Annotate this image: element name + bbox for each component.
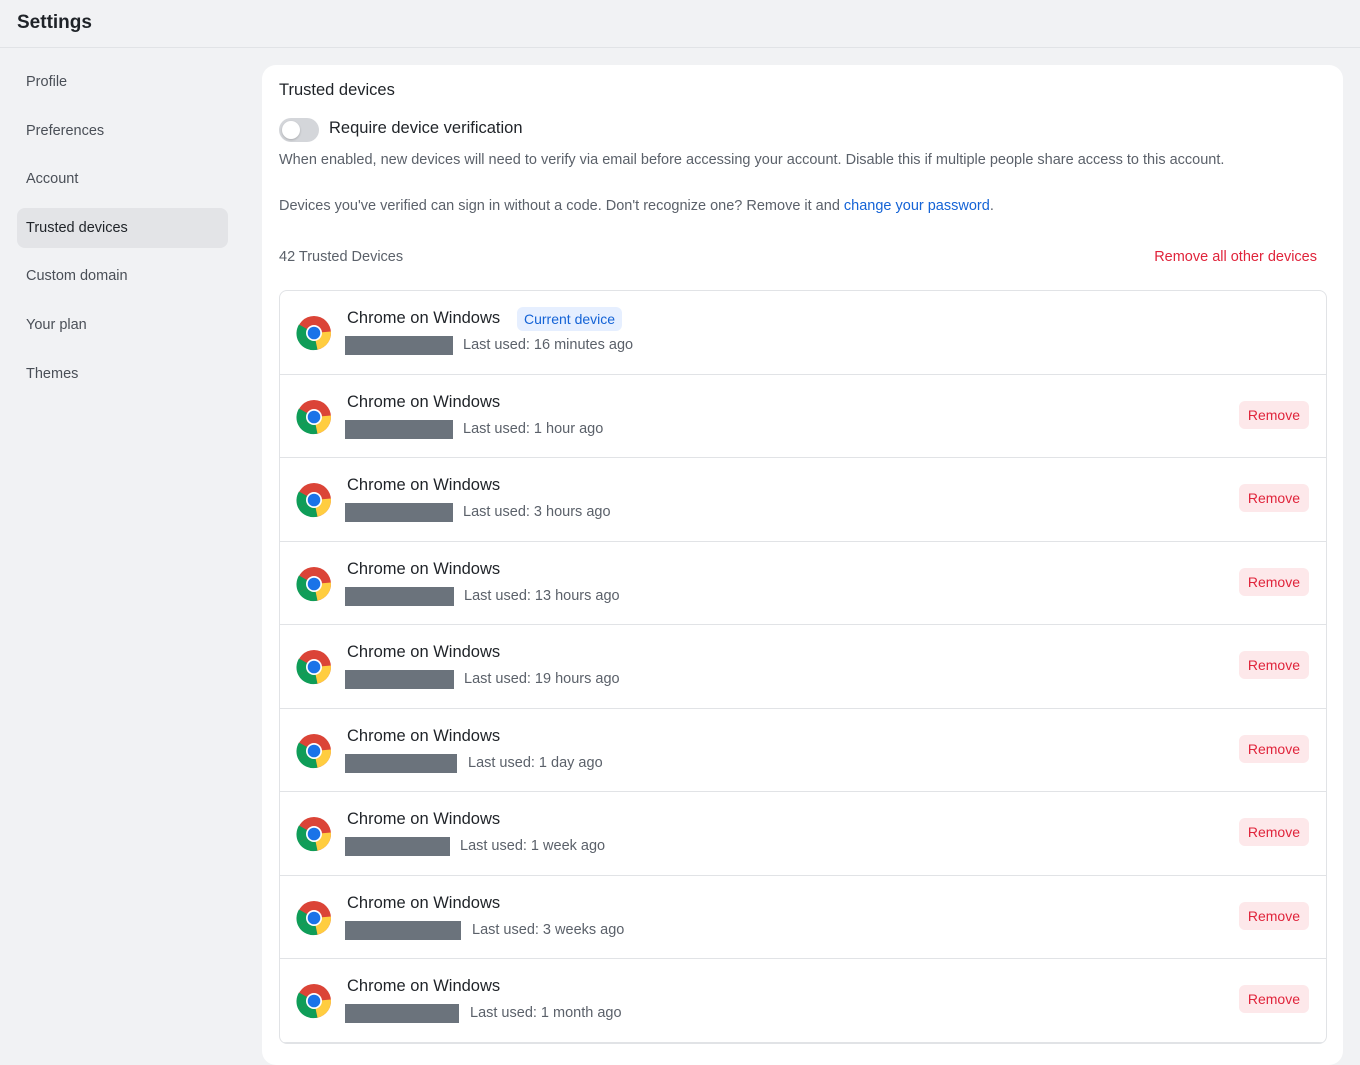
last-used: Last used: 16 minutes ago xyxy=(463,337,634,353)
device-row: Chrome on Windows Last used: 1 hour ago Re… xyxy=(280,375,1326,458)
remove-device-button[interactable]: Remove xyxy=(1238,651,1309,679)
chrome-icon xyxy=(296,315,332,351)
chrome-icon xyxy=(296,900,332,936)
redacted-info xyxy=(345,670,454,689)
last-used: Last used: 13 hours ago xyxy=(464,587,620,604)
device-row: Chrome on Windows Last used: 3 hours ago R… xyxy=(280,458,1326,542)
chrome-icon xyxy=(296,983,332,1019)
device-name: Chrome on Windows xyxy=(347,893,501,912)
chrome-icon xyxy=(296,733,332,769)
remove-device-button[interactable]: Remove xyxy=(1238,484,1309,512)
device-row: Chrome on Windows Last used: 1 week ago Re… xyxy=(280,792,1326,876)
remove-device-button[interactable]: Remove xyxy=(1238,567,1309,596)
device-name: Chrome on Windows xyxy=(347,392,501,411)
current-device-badge: Current device xyxy=(517,307,623,331)
info-text-body: Devices you've verified can sign in with… xyxy=(279,198,844,214)
sidebar-item-trusted-devices[interactable]: Trusted devices xyxy=(17,207,228,248)
device-row: Chrome on Windows Last used: 13 hours ago… xyxy=(280,542,1326,625)
chrome-icon xyxy=(296,482,332,518)
last-used: Last used: 1 month ago xyxy=(470,1005,622,1021)
info-text-end: . xyxy=(989,198,994,214)
chrome-icon xyxy=(296,816,332,852)
device-row: Chrome on Windows Last used: 1 day ago Rem… xyxy=(280,709,1326,792)
redacted-info xyxy=(345,586,454,606)
sidebar-item-themes[interactable]: Themes xyxy=(17,354,228,394)
device-row: Chrome on Windows Last used: 1 month ago R… xyxy=(280,959,1326,1043)
device-row: Chrome on Windows Last used: 3 weeks ago R… xyxy=(280,876,1326,959)
device-name: Chrome on Windows xyxy=(347,726,501,745)
sidebar-item-custom-domain[interactable]: Custom domain xyxy=(17,256,228,296)
settings-sidebar: Profile Preferences Account Trusted devi… xyxy=(17,62,228,402)
device-list: Chrome on Windows Current device Last used… xyxy=(279,290,1327,1044)
require-verification-toggle[interactable] xyxy=(279,118,319,142)
verification-description: When enabled, new devices will need to v… xyxy=(279,152,1225,168)
redacted-info xyxy=(345,503,453,522)
redacted-info xyxy=(345,837,450,856)
redacted-info xyxy=(345,419,453,439)
redacted-info xyxy=(345,753,457,773)
device-row: Chrome on Windows Last used: 19 hours ago… xyxy=(280,625,1326,709)
info-text: Devices you've verified can sign in with… xyxy=(279,198,994,214)
device-name: Chrome on Windows xyxy=(347,643,501,661)
redacted-info xyxy=(345,920,461,940)
device-row: Chrome on Windows Current device Last used… xyxy=(280,291,1326,375)
change-password-link[interactable]: change your password xyxy=(844,198,990,214)
top-bar: Settings xyxy=(0,0,1360,48)
last-used: Last used: 1 hour ago xyxy=(463,420,604,437)
last-used: Last used: 3 hours ago xyxy=(463,504,611,520)
device-name: Chrome on Windows xyxy=(347,476,501,494)
sidebar-item-account[interactable]: Account xyxy=(17,159,228,199)
redacted-info xyxy=(345,336,453,355)
device-count: 42 Trusted Devices xyxy=(279,249,404,265)
remove-device-button[interactable]: Remove xyxy=(1238,400,1309,429)
device-name: Chrome on Windows xyxy=(347,309,501,327)
last-used: Last used: 1 week ago xyxy=(460,838,606,854)
device-name: Chrome on Windows xyxy=(347,977,501,995)
last-used: Last used: 3 weeks ago xyxy=(472,921,625,938)
trusted-devices-panel: Trusted devices Require device verificat… xyxy=(262,65,1343,1065)
toggle-label: Require device verification xyxy=(329,119,523,137)
toggle-knob xyxy=(282,121,300,139)
chrome-icon xyxy=(296,399,332,435)
remove-all-devices-link[interactable]: Remove all other devices xyxy=(1154,249,1317,265)
last-used: Last used: 19 hours ago xyxy=(464,671,620,687)
chrome-icon xyxy=(296,649,332,685)
sidebar-item-your-plan[interactable]: Your plan xyxy=(17,305,228,345)
remove-device-button[interactable]: Remove xyxy=(1238,985,1309,1013)
redacted-info xyxy=(345,1004,459,1023)
device-name: Chrome on Windows xyxy=(347,810,501,828)
device-name: Chrome on Windows xyxy=(347,559,501,578)
page-title: Settings xyxy=(17,12,92,33)
sidebar-item-profile[interactable]: Profile xyxy=(17,62,228,102)
sidebar-item-preferences[interactable]: Preferences xyxy=(17,111,228,151)
section-title: Trusted devices xyxy=(279,81,395,99)
last-used: Last used: 1 day ago xyxy=(468,754,603,771)
remove-device-button[interactable]: Remove xyxy=(1238,901,1309,930)
remove-device-button[interactable]: Remove xyxy=(1238,818,1309,846)
chrome-icon xyxy=(296,566,332,602)
remove-device-button[interactable]: Remove xyxy=(1238,734,1309,763)
